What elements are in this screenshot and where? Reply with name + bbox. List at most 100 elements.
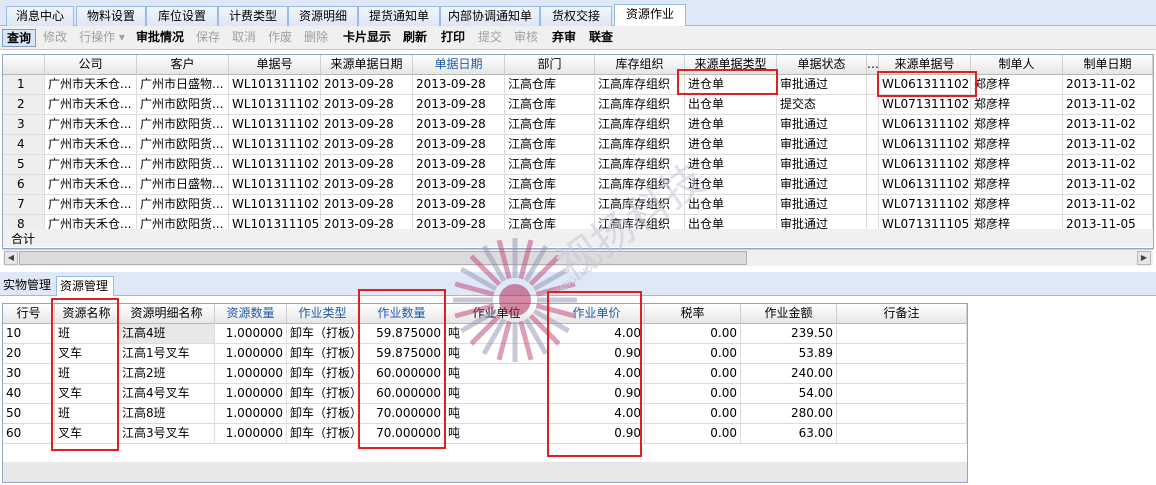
table-cell[interactable]: 53.89 [741,344,837,364]
column-header[interactable] [3,55,45,75]
table-cell[interactable]: 2013-11-02 [1063,135,1153,155]
table-cell[interactable]: WL101311102... [229,195,321,215]
table-cell[interactable]: 广州市天禾仓... [45,75,137,95]
tab-1[interactable]: 物料设置 [76,6,146,26]
column-header[interactable]: … [867,55,879,75]
table-cell[interactable]: WL061311102... [879,175,971,195]
table-cell[interactable]: 1.000000 [215,404,287,424]
column-header[interactable]: 制单日期 [1063,55,1153,75]
table-cell[interactable]: 240.00 [741,364,837,384]
table-cell[interactable]: 2013-11-02 [1063,115,1153,135]
table-cell[interactable]: 广州市欧阳货... [137,155,229,175]
row-number[interactable]: 4 [3,135,45,155]
column-header[interactable]: 来源单据号 [879,55,971,75]
table-cell[interactable]: 叉车 [55,344,119,364]
column-header[interactable]: 部门 [505,55,595,75]
table-cell[interactable]: 2013-09-28 [321,115,413,135]
table-cell[interactable]: 进仓单 [685,175,777,195]
table-cell[interactable]: WL101311102... [229,175,321,195]
table-cell[interactable]: 提交态 [777,95,867,115]
column-header[interactable]: 行号 [3,304,55,324]
toolbar-button-2[interactable]: 行操作 ▾ [74,29,130,47]
table-cell[interactable]: 卸车（打板） [287,364,359,384]
column-header[interactable]: 公司 [45,55,137,75]
tab-4[interactable]: 资源明细 [288,6,358,26]
table-cell[interactable]: 审批通过 [777,195,867,215]
table-cell[interactable]: WL061311102... [879,75,971,95]
table-cell[interactable]: 江高4班 [119,324,215,344]
table-cell[interactable] [867,95,879,115]
table-cell[interactable]: 广州市天禾仓... [45,175,137,195]
table-cell[interactable]: 郑彦梓 [971,75,1063,95]
table-cell[interactable]: 吨 [445,324,549,344]
column-header[interactable]: 税率 [645,304,741,324]
table-cell[interactable]: 审批通过 [777,175,867,195]
table-cell[interactable]: 59.875000 [359,324,445,344]
column-header[interactable]: 单据日期 [413,55,505,75]
toolbar-button-4[interactable]: 保存 [192,29,224,47]
table-cell[interactable] [867,175,879,195]
table-cell[interactable]: 广州市欧阳货... [137,95,229,115]
table-cell[interactable]: WL061311102... [879,135,971,155]
table-cell[interactable]: 吨 [445,364,549,384]
table-cell[interactable]: 出仓单 [685,95,777,115]
table-cell[interactable]: 239.50 [741,324,837,344]
tab-8[interactable]: 资源作业 [614,4,686,27]
column-header[interactable]: 来源单据类型 [685,55,777,75]
table-cell[interactable]: 班 [55,364,119,384]
tab-2[interactable]: 库位设置 [146,6,218,26]
table-cell[interactable]: 出仓单 [685,195,777,215]
table-cell[interactable]: 0.00 [645,364,741,384]
column-header[interactable]: 库存组织 [595,55,685,75]
table-cell[interactable]: WL071311102... [879,95,971,115]
table-cell[interactable]: 0.90 [549,424,645,444]
table-cell[interactable]: 班 [55,324,119,344]
table-cell[interactable]: 60.000000 [359,384,445,404]
table-cell[interactable]: 2013-09-28 [321,155,413,175]
table-cell[interactable]: 2013-09-28 [413,155,505,175]
table-cell[interactable]: 江高库存组织 [595,195,685,215]
table-cell[interactable]: 63.00 [741,424,837,444]
table-cell[interactable]: 广州市天禾仓... [45,115,137,135]
tab-7[interactable]: 货权交接 [540,6,612,26]
table-cell[interactable]: WL061311102... [879,155,971,175]
table-cell[interactable]: 2013-11-02 [1063,155,1153,175]
table-cell[interactable]: 班 [55,404,119,424]
table-cell[interactable]: 进仓单 [685,115,777,135]
table-cell[interactable]: 郑彦梓 [971,155,1063,175]
toolbar-button-9[interactable]: 刷新 [398,29,432,47]
table-cell[interactable]: 广州市天禾仓... [45,195,137,215]
table-cell[interactable]: 广州市日盛物... [137,75,229,95]
table-cell[interactable]: 郑彦梓 [971,195,1063,215]
row-number[interactable]: 3 [3,115,45,135]
table-cell[interactable]: 吨 [445,344,549,364]
table-cell[interactable]: 2013-09-28 [321,95,413,115]
toolbar-button-0[interactable]: 查询 [2,29,36,47]
table-cell[interactable] [837,324,967,344]
column-header[interactable]: 作业单价 [549,304,645,324]
table-cell[interactable]: 2013-09-28 [321,75,413,95]
table-cell[interactable]: 4.00 [549,324,645,344]
table-cell[interactable]: 审批通过 [777,115,867,135]
table-cell[interactable]: 卸车（打板） [287,404,359,424]
toolbar-button-8[interactable]: 卡片显示 [338,29,396,47]
column-header[interactable]: 制单人 [971,55,1063,75]
table-cell[interactable]: 江高2班 [119,364,215,384]
table-cell[interactable]: 2013-11-02 [1063,75,1153,95]
table-cell[interactable]: 江高库存组织 [595,75,685,95]
table-cell[interactable]: 江高1号叉车 [119,344,215,364]
table-cell[interactable]: 2013-09-28 [321,195,413,215]
column-header[interactable]: 资源明细名称 [119,304,215,324]
table-cell[interactable]: WL101311102... [229,75,321,95]
table-cell[interactable]: 0.00 [645,324,741,344]
table-cell[interactable]: 卸车（打板） [287,384,359,404]
table-cell[interactable]: WL101311102... [229,135,321,155]
table-cell[interactable]: 广州市天禾仓... [45,155,137,175]
table-cell[interactable]: 江高仓库 [505,75,595,95]
table-cell[interactable]: 2013-09-28 [413,175,505,195]
table-cell[interactable]: 广州市欧阳货... [137,195,229,215]
table-cell[interactable] [837,424,967,444]
toolbar-button-1[interactable]: 修改 [38,29,72,47]
table-cell[interactable]: 2013-09-28 [413,135,505,155]
table-cell[interactable]: 0.90 [549,384,645,404]
